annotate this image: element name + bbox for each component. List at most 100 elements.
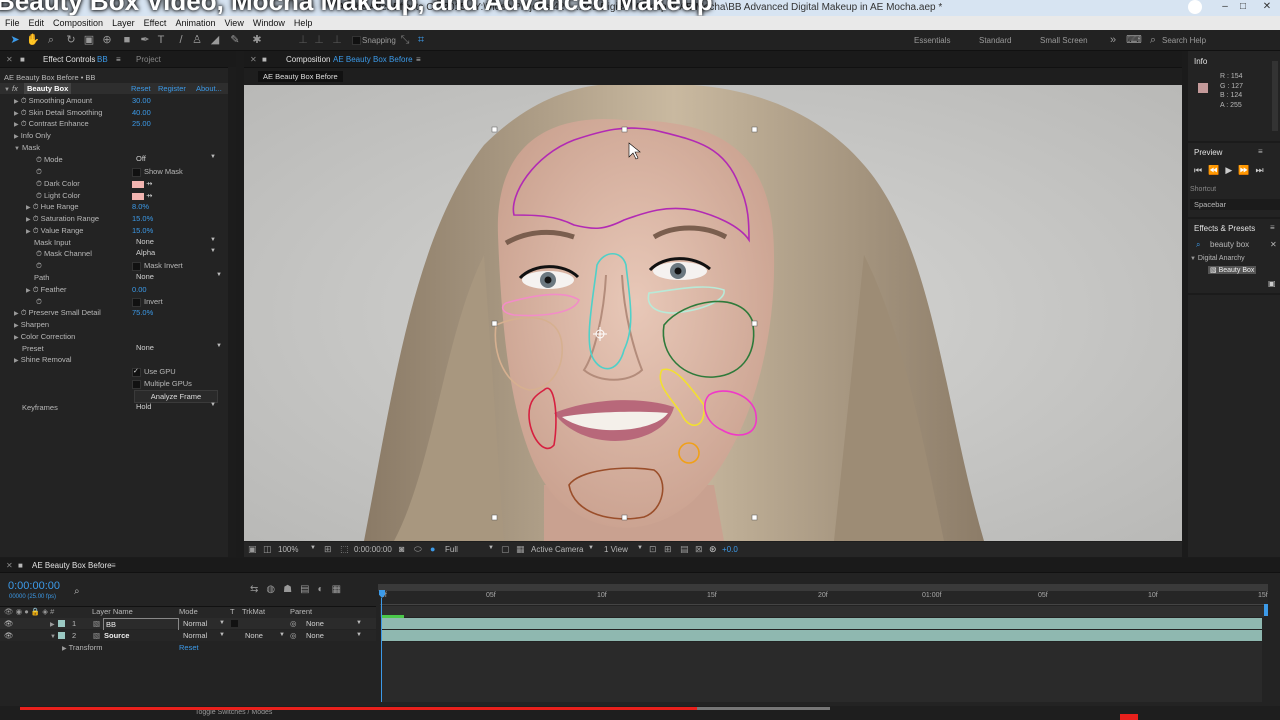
lock-icon[interactable]: ■ (262, 55, 267, 64)
playhead-line[interactable] (381, 598, 382, 702)
close-panel-icon[interactable]: ✕ (6, 55, 13, 64)
search-help-field[interactable]: Search Help (1162, 36, 1206, 45)
tab-effect-controls[interactable]: Effect Controls (43, 55, 95, 64)
play-icon[interactable]: ▶ (1225, 165, 1238, 175)
feather-value[interactable]: 0.00 (132, 284, 147, 295)
hue-range-value[interactable]: 8.0% (132, 201, 149, 212)
last-frame-icon[interactable]: ⏭ (1255, 165, 1269, 175)
layer-label-color[interactable] (58, 632, 65, 639)
value-range-value[interactable]: 15.0% (132, 225, 153, 236)
group-color-correction[interactable]: ▶ Color Correction (14, 331, 75, 342)
motion-blur-icon[interactable]: ◐ (318, 584, 332, 595)
composition-viewer[interactable] (244, 85, 1182, 541)
mask-input-dropdown[interactable]: None (136, 237, 216, 246)
layer-1-parent[interactable]: None (306, 618, 362, 629)
effect-controls-scrollbar[interactable] (228, 67, 236, 557)
group-info-only[interactable]: ▶ Info Only (14, 130, 51, 141)
clone-stamp-tool-icon[interactable]: ♙ (190, 33, 204, 47)
zoom-dropdown-arrow-icon[interactable]: ▼ (310, 545, 316, 551)
exposure-value[interactable]: +0.0 (722, 545, 738, 554)
stopwatch-icon[interactable]: ⏱ (36, 166, 42, 177)
stopwatch-icon[interactable]: ⏱ (36, 296, 42, 307)
param-hue-range[interactable]: ▶ ⏱ Hue Range (26, 201, 79, 212)
header-mode[interactable]: Mode (179, 606, 198, 617)
invert-checkbox[interactable]: Invert (132, 296, 163, 307)
param-feather[interactable]: ▶ ⏱ Feather (26, 284, 67, 295)
fast-previews-icon[interactable]: ⊞ (664, 544, 672, 555)
menu-view[interactable]: View (219, 16, 247, 28)
panel-menu-icon[interactable]: ≡ (111, 561, 116, 570)
workspace-essentials[interactable]: Essentials (914, 36, 950, 45)
zoom-dropdown[interactable]: 100% (278, 545, 298, 554)
menu-window[interactable]: Window (248, 16, 289, 28)
timeline-timecode[interactable]: 0:00:00:00 (8, 580, 60, 592)
pickwhip-icon[interactable]: ◎ (290, 618, 297, 629)
new-preset-icon[interactable]: ▣ (1268, 279, 1276, 288)
workspace-standard[interactable]: Standard (979, 36, 1011, 45)
layer-1-mode[interactable]: Normal (183, 618, 225, 629)
group-shine-removal[interactable]: ▶ Shine Removal (14, 354, 72, 365)
group-mask[interactable]: ▼ Mask (14, 142, 40, 153)
panel-menu-icon[interactable]: ≡ (1258, 147, 1263, 156)
sync-settings-icon[interactable]: ⌨ (1126, 33, 1142, 47)
panel-menu-icon[interactable]: ≡ (416, 55, 421, 64)
roto-brush-tool-icon[interactable]: ✎ (228, 33, 242, 47)
search-icon[interactable]: ⌕ (1146, 33, 1160, 47)
view-layout-dropdown[interactable]: 1 View (604, 545, 628, 554)
info-scrollbar[interactable] (1272, 61, 1278, 131)
skin-detail-value[interactable]: 40.00 (132, 107, 151, 118)
grid-icon[interactable]: ⊞ (324, 544, 332, 555)
snapping-options-icon[interactable]: ⤡ (398, 33, 412, 47)
minimize-icon[interactable]: – (1218, 0, 1232, 14)
close-panel-icon[interactable]: ✕ (6, 561, 13, 570)
param-saturation-range[interactable]: ▶ ⏱ Saturation Range (26, 213, 99, 224)
rotate-tool-icon[interactable]: ↻ (64, 33, 78, 47)
category-digital-anarchy[interactable]: ▼ Digital Anarchy (1190, 255, 1245, 262)
shy-layers-icon[interactable]: ☗ (283, 584, 300, 595)
path-dropdown[interactable]: None (136, 272, 222, 281)
graph-editor-icon[interactable]: ▦ (332, 584, 349, 595)
menu-file[interactable]: File (0, 16, 24, 28)
frame-blending-icon[interactable]: ▤ (300, 584, 317, 595)
keyframes-dropdown[interactable]: Hold (136, 402, 216, 411)
more-workspaces-icon[interactable]: » (1106, 33, 1120, 47)
camera-dropdown[interactable]: Active Camera (531, 545, 583, 554)
lock-icon[interactable]: ■ (20, 55, 25, 64)
workspace-small-screen[interactable]: Small Screen (1040, 36, 1088, 45)
shortcut-dropdown[interactable]: Spacebar (1190, 199, 1280, 210)
pickwhip-icon[interactable]: ◎ (290, 630, 297, 641)
panel-menu-icon[interactable]: ≡ (116, 55, 121, 64)
snapshot-icon[interactable]: ◫ (263, 544, 272, 555)
local-axis-icon[interactable]: ⊥ (296, 33, 310, 47)
eyedropper-icon[interactable]: ⇸ (146, 191, 152, 200)
header-layer-name[interactable]: Layer Name (92, 606, 133, 617)
puppet-pin-tool-icon[interactable]: ✱ (250, 33, 264, 47)
effect-beauty-box[interactable]: ▧ Beauty Box (1208, 266, 1257, 274)
layer-2-duration-bar[interactable] (382, 630, 1262, 641)
mask-invert-checkbox[interactable]: Mask Invert (132, 260, 183, 271)
work-area-bar[interactable] (378, 584, 1268, 591)
draft-3d-icon[interactable]: ◍ (266, 584, 283, 595)
view-axis-icon[interactable]: ⊥ (330, 33, 344, 47)
preset-dropdown[interactable]: None (136, 343, 222, 352)
rectangle-tool-icon[interactable]: ■ (120, 33, 134, 47)
param-contrast-enhance[interactable]: ▶ ⏱ Contrast Enhance (14, 118, 89, 129)
effect-reset-link[interactable]: Reset (131, 83, 151, 94)
smoothing-amount-value[interactable]: 30.00 (132, 95, 151, 106)
light-color-swatch[interactable]: ⇸ (132, 190, 152, 201)
flowchart-icon[interactable]: ⊠ (695, 544, 703, 555)
timeline-icon[interactable]: ▤ (680, 544, 689, 555)
profile-icon[interactable] (1188, 0, 1202, 14)
eraser-tool-icon[interactable]: ◢ (208, 33, 222, 47)
layer-2-parent[interactable]: None (306, 630, 362, 641)
dark-color-swatch[interactable]: ⇸ (132, 178, 152, 189)
stopwatch-icon[interactable]: ⏱ (36, 260, 42, 271)
transparency-grid-icon[interactable]: ▦ (516, 544, 525, 555)
world-axis-icon[interactable]: ⊥ (312, 33, 326, 47)
eyedropper-icon[interactable]: ⇸ (146, 179, 152, 188)
expand-beauty-box-icon[interactable]: ▼ (4, 87, 10, 93)
about-link[interactable]: About... (196, 83, 222, 94)
show-snapshot-icon[interactable]: ⬭ (414, 544, 422, 555)
camera-tool-icon[interactable]: ▣ (82, 33, 96, 47)
view-layout-arrow-icon[interactable]: ▼ (637, 545, 643, 551)
